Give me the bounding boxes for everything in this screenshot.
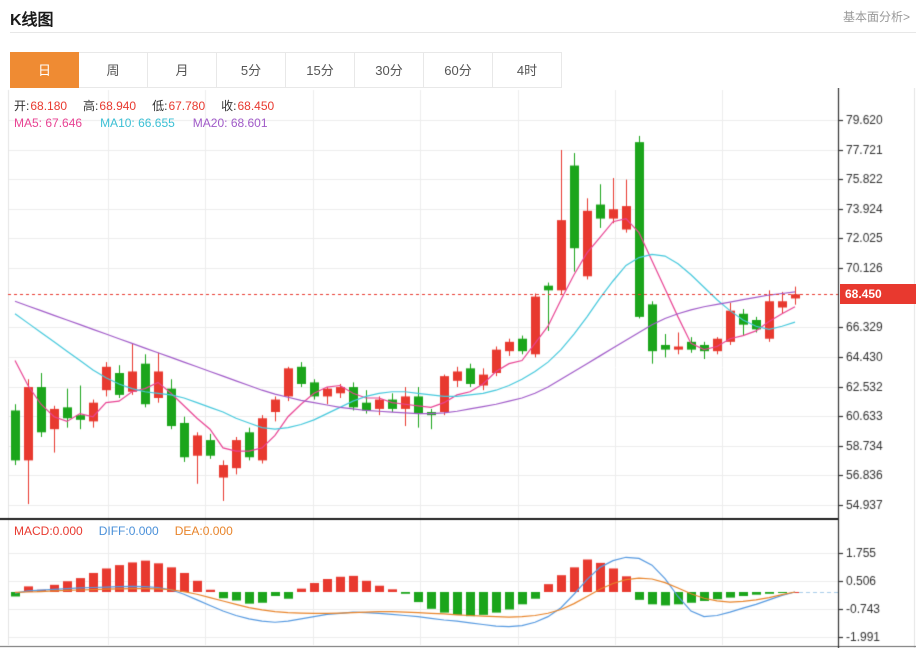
ma10-value: MA10: 66.655 <box>100 116 175 130</box>
open-value: 68.180 <box>30 99 67 113</box>
ohlc-open: 开:68.180 <box>14 97 67 114</box>
low-value: 67.780 <box>168 99 205 113</box>
header-divider <box>10 32 916 33</box>
tab-5min[interactable]: 5分 <box>217 52 286 88</box>
tab-day[interactable]: 日 <box>10 52 79 88</box>
ohlc-low: 低:67.780 <box>152 97 205 114</box>
page-title: K线图 <box>10 6 54 30</box>
close-value: 68.450 <box>237 99 274 113</box>
ohlc-close: 收:68.450 <box>221 97 274 114</box>
high-value: 68.940 <box>99 99 136 113</box>
current-price-tag: 68.450 <box>840 284 916 304</box>
tab-60min[interactable]: 60分 <box>424 52 493 88</box>
ma5-value: MA5: 67.646 <box>14 116 82 130</box>
ma-row: MA5: 67.646 MA10: 66.655 MA20: 68.601 <box>14 116 268 130</box>
kline-page: K线图 基本面分析> 日 周 月 5分 15分 30分 60分 4时 开:68.… <box>0 0 916 648</box>
macd-indicator-row: MACD:0.000 DIFF:0.000 DEA:0.000 <box>14 524 233 538</box>
ma20-value: MA20: 68.601 <box>193 116 268 130</box>
ohlc-high: 高:68.940 <box>83 97 136 114</box>
diff-value: DIFF:0.000 <box>99 524 159 538</box>
tab-15min[interactable]: 15分 <box>286 52 355 88</box>
tab-month[interactable]: 月 <box>148 52 217 88</box>
tab-week[interactable]: 周 <box>79 52 148 88</box>
period-tabs: 日 周 月 5分 15分 30分 60分 4时 <box>10 52 562 88</box>
tab-30min[interactable]: 30分 <box>355 52 424 88</box>
fundamental-analysis-link[interactable]: 基本面分析> <box>843 8 910 25</box>
ohlc-row: 开:68.180 高:68.940 低:67.780 收:68.450 <box>14 97 274 114</box>
tab-4hour[interactable]: 4时 <box>493 52 562 88</box>
macd-value: MACD:0.000 <box>14 524 83 538</box>
dea-value: DEA:0.000 <box>175 524 233 538</box>
kline-chart-canvas[interactable] <box>0 88 916 648</box>
